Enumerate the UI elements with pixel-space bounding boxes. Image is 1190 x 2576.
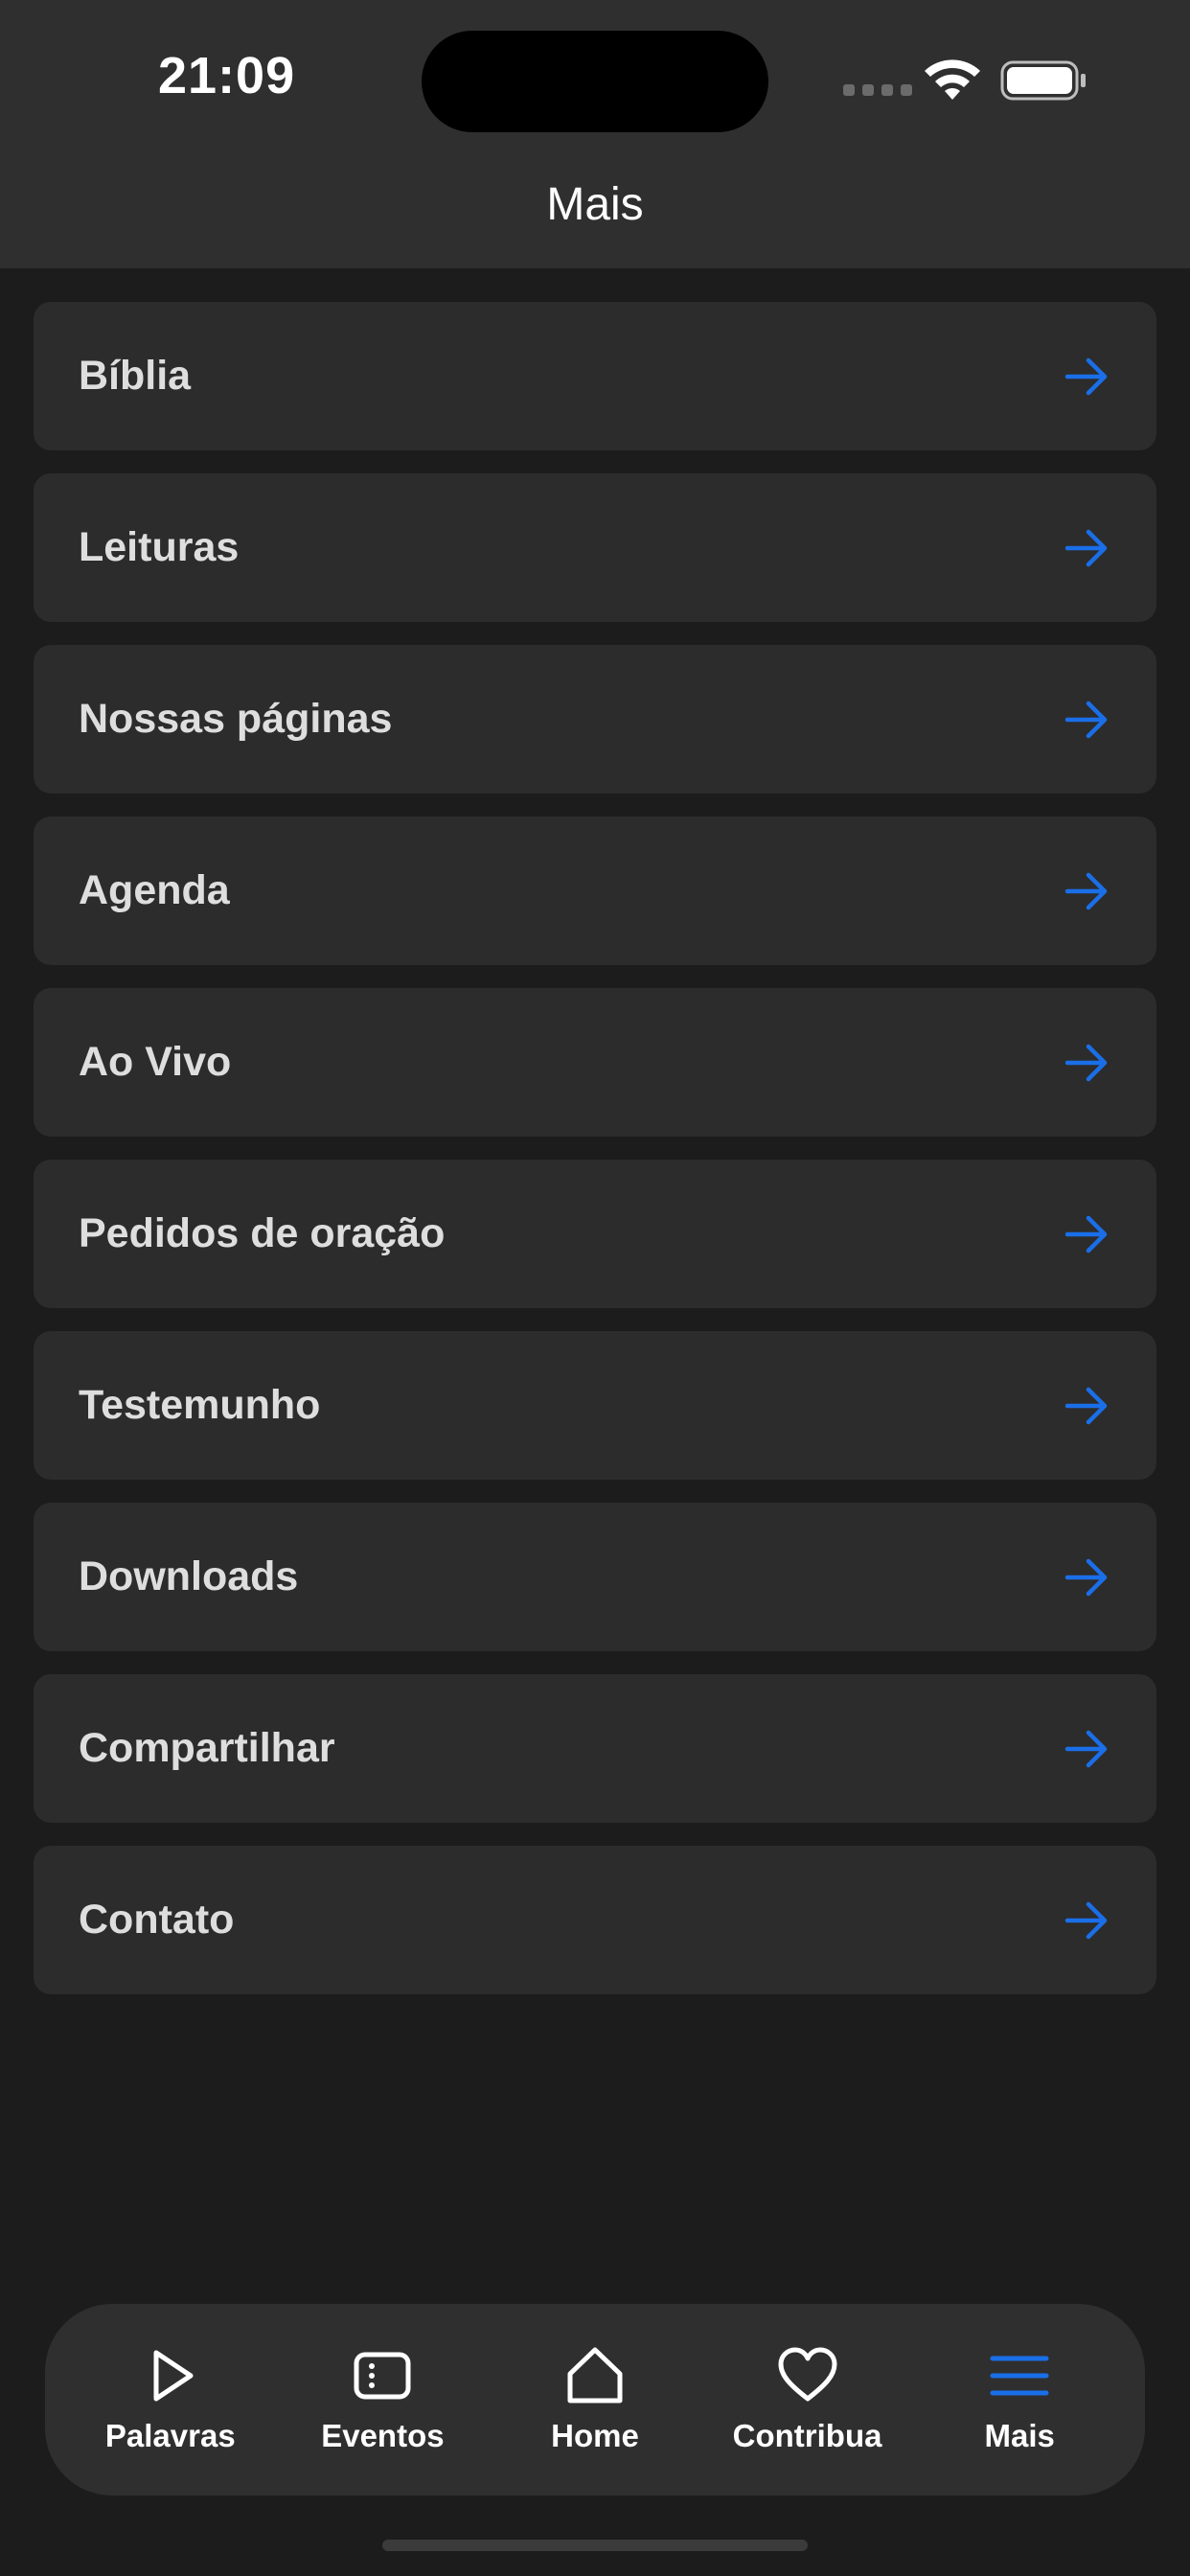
wifi-icon [925, 59, 980, 100]
tab-palavras[interactable]: Palavras [75, 2345, 266, 2454]
menu-item-label: Testemunho [79, 1382, 321, 1428]
arrow-right-icon [1064, 1215, 1108, 1253]
ticket-icon [354, 2352, 411, 2400]
tab-label: Mais [984, 2418, 1055, 2453]
dynamic-island [422, 31, 768, 132]
arrow-right-icon [1064, 1901, 1108, 1939]
menu-item-leituras[interactable]: Leituras [34, 473, 1156, 622]
menu-item-contato[interactable]: Contato [34, 1846, 1156, 1994]
home-indicator [382, 2540, 808, 2551]
tab-eventos[interactable]: Eventos [286, 2345, 478, 2454]
battery-icon [1000, 60, 1086, 101]
menu-item-label: Pedidos de oração [79, 1210, 446, 1256]
menu-item-ao-vivo[interactable]: Ao Vivo [34, 988, 1156, 1137]
heart-icon [778, 2347, 837, 2402]
tab-label: Contribua [732, 2418, 882, 2453]
home-icon [567, 2347, 623, 2404]
menu-item-nossas-paginas[interactable]: Nossas páginas [34, 645, 1156, 794]
menu-item-label: Contato [79, 1897, 235, 1943]
tab-label: Eventos [321, 2418, 445, 2453]
menu-item-label: Bíblia [79, 353, 192, 399]
arrow-right-icon [1064, 1387, 1108, 1424]
arrow-right-icon [1064, 529, 1108, 566]
menu-list: Bíblia Leituras Nossas páginas Agenda Ao… [34, 302, 1156, 2017]
tab-bar: Palavras Eventos Home Contribua Mais [45, 2304, 1145, 2496]
arrow-right-icon [1064, 1044, 1108, 1081]
menu-item-biblia[interactable]: Bíblia [34, 302, 1156, 450]
tab-label: Home [551, 2418, 639, 2453]
status-time: 21:09 [158, 47, 296, 104]
arrow-right-icon [1064, 701, 1108, 738]
tab-home[interactable]: Home [499, 2345, 691, 2454]
cellular-signal-icon [843, 84, 912, 96]
arrow-right-icon [1064, 1558, 1108, 1596]
menu-item-downloads[interactable]: Downloads [34, 1503, 1156, 1651]
play-icon [153, 2350, 194, 2402]
menu-item-label: Compartilhar [79, 1725, 335, 1771]
tab-label: Palavras [104, 2418, 236, 2453]
tab-mais[interactable]: Mais [924, 2345, 1115, 2454]
menu-item-label: Agenda [79, 867, 230, 913]
menu-item-label: Nossas páginas [79, 696, 393, 742]
arrow-right-icon [1064, 357, 1108, 395]
arrow-right-icon [1064, 872, 1108, 909]
menu-item-label: Leituras [79, 524, 240, 570]
tab-contribua[interactable]: Contribua [712, 2345, 904, 2454]
menu-item-compartilhar[interactable]: Compartilhar [34, 1674, 1156, 1823]
menu-item-label: Ao Vivo [79, 1039, 232, 1085]
menu-icon [990, 2356, 1049, 2396]
page-title: Mais [546, 179, 644, 230]
menu-item-agenda[interactable]: Agenda [34, 816, 1156, 965]
menu-item-testemunho[interactable]: Testemunho [34, 1331, 1156, 1480]
menu-item-label: Downloads [79, 1553, 299, 1599]
menu-item-pedidos-de-oracao[interactable]: Pedidos de oração [34, 1160, 1156, 1308]
header: 21:09 Mais [0, 0, 1190, 268]
arrow-right-icon [1064, 1730, 1108, 1767]
